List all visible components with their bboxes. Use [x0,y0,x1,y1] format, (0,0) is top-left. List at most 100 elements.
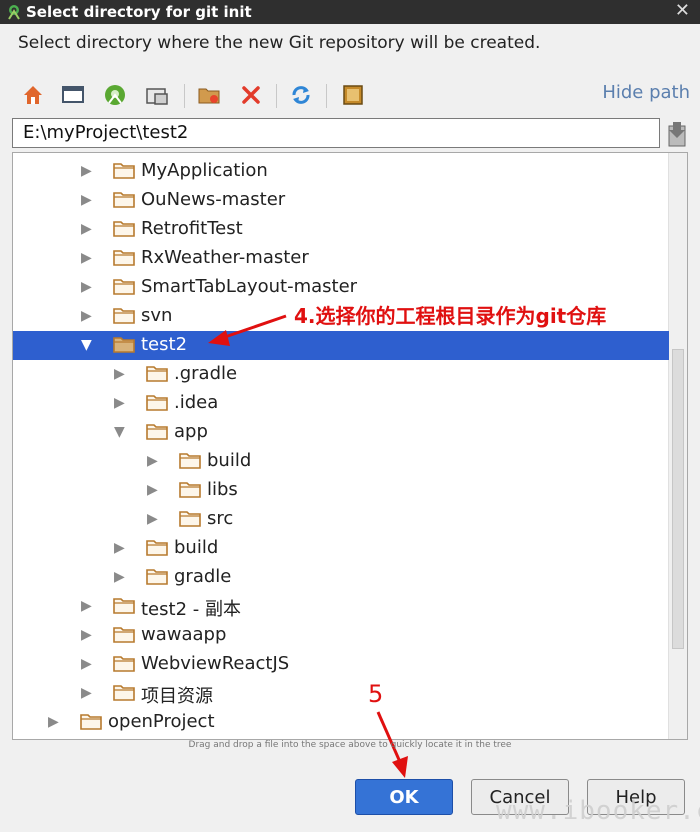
close-icon[interactable]: ✕ [675,1,690,21]
tree-row[interactable]: ▶ .gradle [13,360,669,389]
tree-row-label: src [207,508,234,529]
watermark: www.ibooker.cc [496,796,700,826]
refresh-icon[interactable] [288,82,314,108]
tree-row-label: app [174,421,208,442]
tree-row[interactable]: ▶ WebviewReactJS [13,650,669,679]
directory-tree[interactable]: ▶ MyApplication ▶ OuNews-master ▶ RetrofitTes… [12,152,688,740]
collapsed-arrow-icon[interactable]: ▶ [48,715,62,729]
folder-icon [113,308,135,324]
tree-row-label: libs [207,479,238,500]
collapsed-arrow-icon[interactable]: ▶ [81,657,95,671]
tree-row[interactable]: ▶ build [13,447,669,476]
tree-row[interactable]: ▶ wawaapp [13,621,669,650]
tree-row-label: .gradle [174,363,238,384]
tree-row-label: test2 - 副本 [141,599,241,620]
tree-row-label: gradle [174,566,232,587]
hide-path-link[interactable]: Hide path [602,82,690,103]
module-icon[interactable] [144,82,170,108]
tree-row[interactable]: ▶ RxWeather-master [13,244,669,273]
folder-icon [113,192,135,208]
collapsed-arrow-icon[interactable]: ▶ [114,541,128,555]
tree-row[interactable]: ▼ app [13,418,669,447]
collapsed-arrow-icon[interactable]: ▶ [81,628,95,642]
tree-row[interactable]: ▶ libs [13,476,669,505]
tree-row[interactable]: ▶ openProject [13,708,669,737]
tree-row[interactable]: ▶ OuNews-master [13,186,669,215]
toolbar-separator [184,84,185,108]
tree-row[interactable]: ▶ RetrofitTest [13,215,669,244]
collapsed-arrow-icon[interactable]: ▶ [81,164,95,178]
folder-icon [146,569,168,585]
folder-icon [113,627,135,643]
collapsed-arrow-icon[interactable]: ▶ [147,454,161,468]
new-folder-icon[interactable] [196,82,222,108]
folder-icon [113,250,135,266]
tree-row[interactable]: ▶ MyApplication [13,157,669,186]
expanded-arrow-icon[interactable]: ▼ [81,338,95,352]
tree-row-label: wawaapp [141,624,227,645]
collapsed-arrow-icon[interactable]: ▶ [81,193,95,207]
dialog-title: Select directory for git init [26,3,252,21]
folder-icon [113,163,135,179]
tree-row-label: .idea [174,392,219,413]
toolbar-separator [326,84,327,108]
tree-row[interactable]: ▶ SmartTabLayout-master [13,273,669,302]
tree-row-label: 项目资源 [141,686,213,707]
collapsed-arrow-icon[interactable]: ▶ [81,222,95,236]
folder-icon [113,685,135,701]
folder-icon [80,714,102,730]
folder-icon [113,279,135,295]
path-history-icon[interactable] [664,118,690,150]
folder-icon [113,598,135,614]
tree-row[interactable]: ▶ test2 - 副本 [13,592,669,621]
tree-row[interactable]: ▶ 项目资源 [13,679,669,708]
folder-icon [146,366,168,382]
expanded-arrow-icon[interactable]: ▼ [114,425,128,439]
tree-row-label: build [174,537,219,558]
tree-row[interactable]: ▶ build [13,534,669,563]
tree-row-label: test2 [141,334,188,355]
collapsed-arrow-icon[interactable]: ▶ [81,599,95,613]
home-icon[interactable] [20,82,46,108]
scrollbar-thumb[interactable] [672,349,684,649]
tree-row[interactable]: ▶ src [13,505,669,534]
folder-icon [179,482,201,498]
tree-row[interactable]: ▶ .idea [13,389,669,418]
drag-drop-hint: Drag and drop a file into the space abov… [188,740,512,750]
folder-icon [179,511,201,527]
project-icon[interactable] [102,82,128,108]
folder-icon [179,453,201,469]
collapsed-arrow-icon[interactable]: ▶ [147,512,161,526]
path-value[interactable]: E:\myProject\test2 [23,122,188,143]
ok-button[interactable]: OK [355,779,453,815]
tree-scrollbar[interactable] [668,153,687,739]
tree-row-label: SmartTabLayout-master [141,276,358,297]
folder-icon [113,337,135,353]
collapsed-arrow-icon[interactable]: ▶ [81,251,95,265]
desktop-icon[interactable] [60,82,86,108]
path-field[interactable]: E:\myProject\test2 [12,118,660,148]
step-marker: 5 [368,680,384,708]
collapsed-arrow-icon[interactable]: ▶ [114,396,128,410]
tree-row-label: MyApplication [141,160,268,181]
toolbar-separator [276,84,277,108]
delete-icon[interactable] [238,82,264,108]
collapsed-arrow-icon[interactable]: ▶ [147,483,161,497]
collapsed-arrow-icon[interactable]: ▶ [81,686,95,700]
tree-row[interactable]: ▼ test2 [13,331,669,360]
collapsed-arrow-icon[interactable]: ▶ [114,570,128,584]
dialog-description: Select directory where the new Git repos… [18,33,541,53]
tree-row-label: build [207,450,252,471]
tree-row-label: RetrofitTest [141,218,243,239]
collapsed-arrow-icon[interactable]: ▶ [114,367,128,381]
title-bar: Select directory for git init ✕ [0,0,700,24]
collapsed-arrow-icon[interactable]: ▶ [81,309,95,323]
show-hidden-icon[interactable] [340,82,366,108]
folder-icon [146,540,168,556]
tree-row-label: svn [141,305,173,326]
tree-row-label: OuNews-master [141,189,286,210]
file-chooser-toolbar: Hide path [14,78,690,114]
collapsed-arrow-icon[interactable]: ▶ [81,280,95,294]
android-studio-icon [8,5,20,20]
tree-row[interactable]: ▶ gradle [13,563,669,592]
